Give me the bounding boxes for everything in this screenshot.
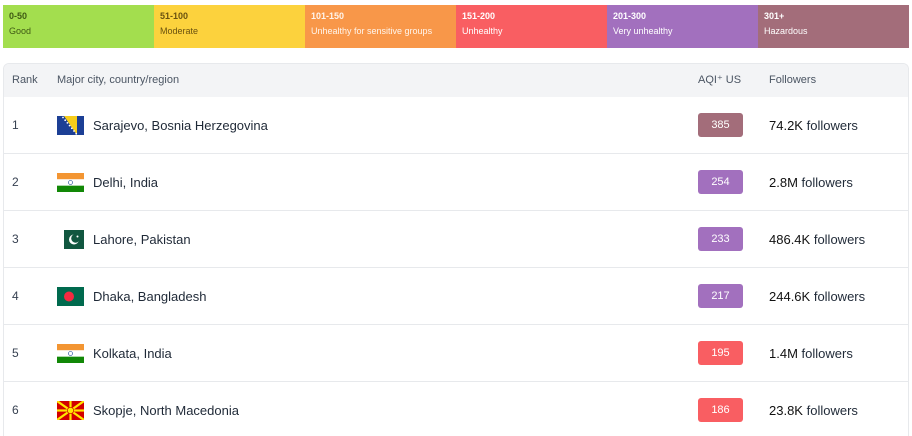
- table-header: Rank Major city, country/region AQI⁺ US …: [4, 64, 908, 97]
- aqi-badge: 217: [698, 284, 743, 308]
- rank-number: 3: [12, 232, 19, 246]
- followers-number: 1.4M: [769, 346, 798, 361]
- followers-count: 23.8K followers: [769, 382, 858, 436]
- macedonia-flag-icon: [57, 401, 84, 420]
- aqi-badge: 233: [698, 227, 743, 251]
- rank-number: 5: [12, 346, 19, 360]
- table-row[interactable]: 4 Dhaka, Bangladesh 217 244.6K followers: [4, 268, 908, 325]
- rank-number: 6: [12, 403, 19, 417]
- aqi-badge: 186: [698, 398, 743, 422]
- followers-count: 244.6K followers: [769, 268, 865, 325]
- table-row[interactable]: 2 Delhi, India 254 2.8M followers: [4, 154, 908, 211]
- pakistan-flag-icon: [57, 230, 84, 249]
- bangladesh-flag-icon: [57, 287, 84, 306]
- legend-moderate: 51-100 Moderate: [154, 5, 305, 48]
- legend-hazardous: 301+ Hazardous: [758, 5, 909, 48]
- followers-word: followers: [813, 289, 866, 304]
- legend-label: Good: [9, 26, 32, 36]
- city-name[interactable]: Dhaka, Bangladesh: [93, 268, 206, 325]
- followers-word: followers: [806, 118, 858, 133]
- followers-number: 244.6K: [769, 289, 811, 304]
- followers-number: 486.4K: [769, 232, 811, 247]
- aqi-legend: 0-50 Good 51-100 Moderate 101-150 Unheal…: [3, 5, 909, 48]
- legend-label: Unhealthy: [462, 26, 503, 36]
- legend-unhealthy-sensitive: 101-150 Unhealthy for sensitive groups: [305, 5, 456, 48]
- legend-range: 301+: [764, 11, 785, 21]
- legend-label: Hazardous: [764, 26, 808, 36]
- followers-number: 2.8M: [769, 175, 798, 190]
- header-aqi: AQI⁺ US: [698, 74, 742, 86]
- aqi-badge: 385: [698, 113, 743, 137]
- header-followers: Followers: [769, 74, 817, 86]
- legend-good: 0-50 Good: [3, 5, 154, 48]
- legend-very-unhealthy: 201-300 Very unhealthy: [607, 5, 758, 48]
- table-row[interactable]: 3 Lahore, Pakistan 233 486.4K followers: [4, 211, 908, 268]
- city-name[interactable]: Skopje, North Macedonia: [93, 382, 239, 436]
- legend-label: Moderate: [160, 26, 199, 36]
- rank-number: 1: [12, 118, 19, 132]
- rank-number: 4: [12, 289, 19, 303]
- header-city: Major city, country/region: [57, 74, 180, 86]
- followers-count: 1.4M followers: [769, 325, 853, 382]
- city-name[interactable]: Kolkata, India: [93, 325, 172, 382]
- city-name[interactable]: Sarajevo, Bosnia Herzegovina: [93, 97, 268, 154]
- table-row[interactable]: 1 Sarajevo, Bosnia Herzegovina 385 74.2K…: [4, 97, 908, 154]
- followers-word: followers: [801, 346, 853, 361]
- legend-label: Very unhealthy: [613, 26, 673, 36]
- followers-word: followers: [801, 175, 853, 190]
- followers-count: 486.4K followers: [769, 211, 865, 268]
- legend-range: 101-150: [311, 11, 345, 21]
- aqi-badge: 195: [698, 341, 743, 365]
- legend-unhealthy: 151-200 Unhealthy: [456, 5, 607, 48]
- header-rank: Rank: [12, 74, 38, 86]
- followers-number: 74.2K: [769, 118, 803, 133]
- india-flag-icon: [57, 344, 84, 363]
- legend-range: 0-50: [9, 11, 28, 21]
- followers-number: 23.8K: [769, 403, 803, 418]
- followers-count: 2.8M followers: [769, 154, 853, 211]
- bosnia-flag-icon: [57, 116, 84, 135]
- india-flag-icon: [57, 173, 84, 192]
- followers-word: followers: [813, 232, 866, 247]
- followers-count: 74.2K followers: [769, 97, 858, 154]
- city-name[interactable]: Delhi, India: [93, 154, 158, 211]
- legend-range: 201-300: [613, 11, 647, 21]
- city-name[interactable]: Lahore, Pakistan: [93, 211, 191, 268]
- legend-label: Unhealthy for sensitive groups: [311, 26, 433, 36]
- table-row[interactable]: 6 Skopje, North Macedonia 186 23.8K foll…: [4, 382, 908, 436]
- legend-range: 151-200: [462, 11, 496, 21]
- rank-number: 2: [12, 175, 19, 189]
- aqi-badge: 254: [698, 170, 743, 194]
- table-row[interactable]: 5 Kolkata, India 195 1.4M followers: [4, 325, 908, 382]
- city-ranking-table: Rank Major city, country/region AQI⁺ US …: [3, 63, 909, 436]
- legend-range: 51-100: [160, 11, 189, 21]
- followers-word: followers: [806, 403, 858, 418]
